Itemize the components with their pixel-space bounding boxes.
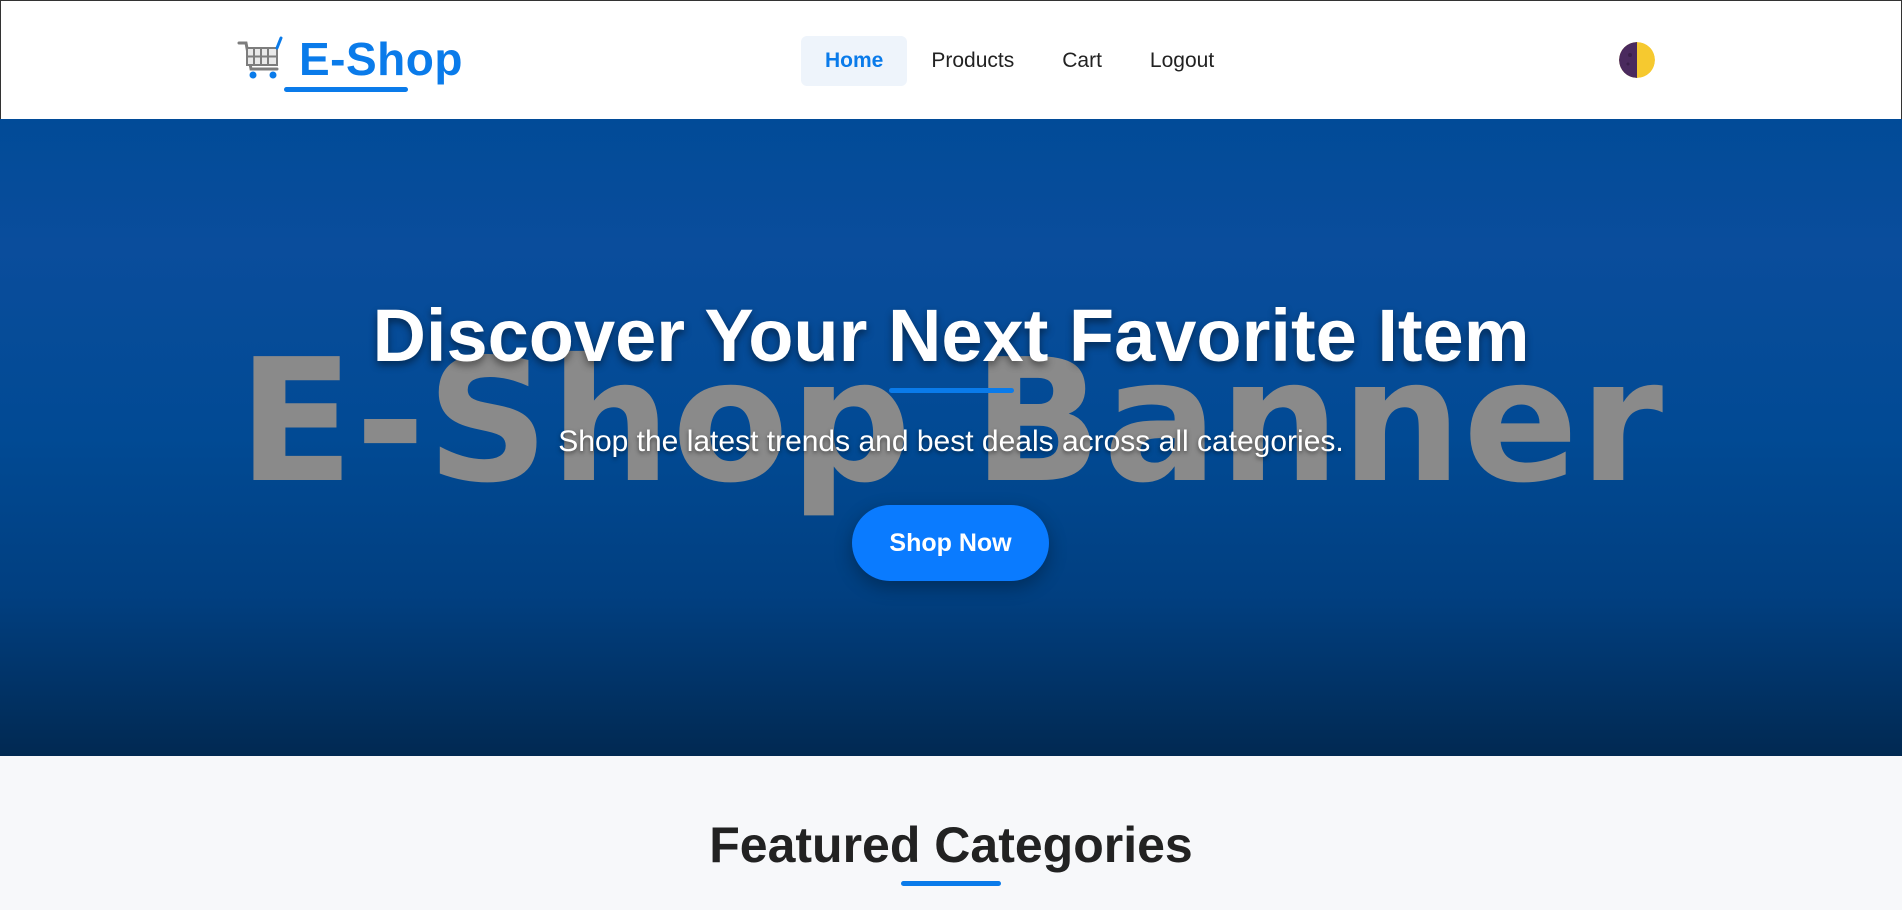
featured-title-underline xyxy=(901,881,1001,886)
hero-title-underline xyxy=(889,388,1014,393)
hero-title: Discover Your Next Favorite Item xyxy=(372,294,1530,377)
nav-home[interactable]: Home xyxy=(801,36,908,86)
logo-underline xyxy=(284,87,408,92)
nav-logout[interactable]: Logout xyxy=(1126,36,1238,86)
shopping-cart-icon xyxy=(237,36,283,79)
nav-products[interactable]: Products xyxy=(907,36,1038,86)
main-nav: Home Products Cart Logout xyxy=(801,36,1238,86)
half-moon-theme-icon xyxy=(1619,42,1655,78)
hero-subtitle: Shop the latest trends and best deals ac… xyxy=(558,425,1344,458)
shop-now-button[interactable]: Shop Now xyxy=(852,505,1049,581)
logo-link[interactable]: E-Shop xyxy=(237,29,463,89)
logo-text: E-Shop xyxy=(299,33,463,85)
site-header: E-Shop Home Products Cart Logout xyxy=(0,0,1902,119)
featured-categories-title: Featured Categories xyxy=(709,817,1193,873)
nav-cart[interactable]: Cart xyxy=(1038,36,1126,86)
theme-toggle-button[interactable] xyxy=(1619,42,1655,78)
hero-banner: E-Shop Banner Discover Your Next Favorit… xyxy=(0,119,1902,756)
